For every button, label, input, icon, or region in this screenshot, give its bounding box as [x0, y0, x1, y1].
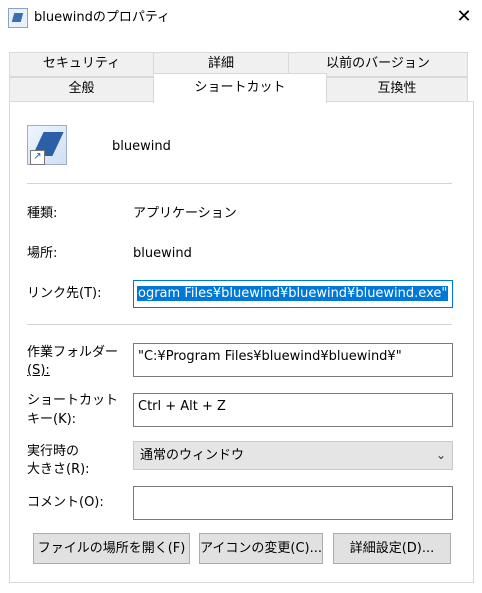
separator — [27, 324, 452, 325]
shortcut-app-icon — [8, 8, 28, 28]
hotkey-label-line1: ショートカット — [27, 393, 119, 408]
hotkey-label-line2: キー(K): — [27, 412, 77, 427]
tab-shortcut[interactable]: ショートカット — [153, 73, 327, 103]
target-input-value: ogram Files¥bluewind¥bluewind¥bluewind.e… — [137, 286, 449, 301]
type-label: 種類: — [27, 206, 58, 221]
shortcut-arrow-icon: ↗ — [30, 150, 45, 165]
hotkey-input[interactable]: Ctrl + Alt + Z — [133, 393, 453, 427]
close-button[interactable]: ✕ — [446, 0, 482, 36]
run-label-line1: 実行時の — [27, 444, 80, 459]
tab-security[interactable]: セキュリティ — [9, 52, 154, 77]
title-bar: bluewindのプロパティ ✕ — [0, 0, 482, 36]
type-value: アプリケーション — [133, 206, 237, 221]
run-size-value: 通常のウィンドウ — [140, 448, 245, 463]
start-in-label-line2: (S): — [27, 363, 50, 378]
separator — [27, 183, 452, 184]
shortcut-large-icon: ↗ — [27, 125, 67, 165]
shortcut-name: bluewind — [112, 139, 171, 154]
location-value: bluewind — [133, 246, 192, 261]
target-label: リンク先(T): — [27, 286, 102, 301]
window-title: bluewindのプロパティ — [34, 10, 171, 25]
comment-label: コメント(O): — [27, 495, 104, 510]
tab-compatibility[interactable]: 互換性 — [326, 77, 468, 102]
start-in-label-line1: 作業フォルダー — [27, 345, 119, 360]
advanced-button[interactable]: 詳細設定(D)... — [333, 533, 451, 564]
location-label: 場所: — [27, 246, 58, 261]
start-in-input[interactable]: "C:¥Program Files¥bluewind¥bluewind¥" — [133, 343, 453, 377]
comment-input[interactable] — [133, 486, 453, 520]
change-icon-button[interactable]: アイコンの変更(C)... — [199, 533, 323, 564]
run-size-select[interactable]: 通常のウィンドウ ⌄ — [133, 441, 453, 470]
tab-general[interactable]: 全般 — [9, 77, 154, 102]
open-file-location-button[interactable]: ファイルの場所を開く(F) — [33, 533, 190, 564]
run-label-line2: 大きさ(R): — [27, 462, 90, 477]
target-input[interactable]: ogram Files¥bluewind¥bluewind¥bluewind.e… — [133, 280, 453, 308]
chevron-down-icon: ⌄ — [435, 448, 446, 462]
